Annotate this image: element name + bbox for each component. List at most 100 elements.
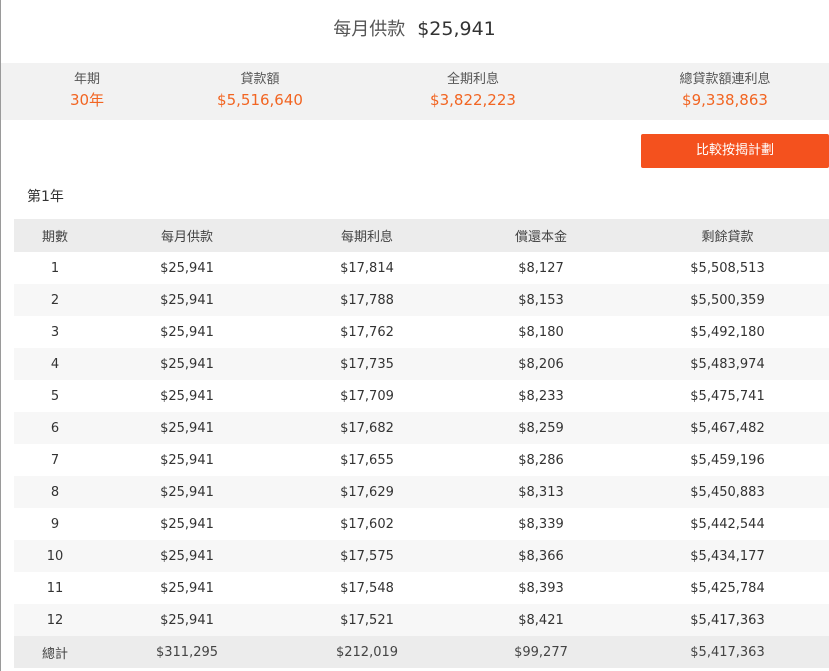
cell-monthly-payment: $25,941	[160, 516, 214, 532]
cell-principal: $8,313	[518, 484, 564, 500]
cell-period: 7	[50, 452, 60, 468]
cell-monthly-payment: $25,941	[160, 356, 214, 372]
cell-monthly-payment: $25,941	[160, 580, 214, 596]
cell-principal: $8,180	[518, 324, 564, 340]
table-total-row: 總計 $311,295 $212,019 $99,277 $5,417,363	[14, 636, 829, 668]
cell-monthly-payment: $25,941	[160, 612, 214, 628]
monthly-payment-label: 每月供款	[333, 19, 406, 40]
table-row: 1 $25,941 $17,814 $8,127 $5,508,513	[14, 252, 829, 284]
cell-principal: $8,206	[518, 356, 564, 372]
summary-loan-amount-value: $5,516,640	[217, 91, 303, 109]
cell-balance: $5,508,513	[690, 260, 765, 276]
cell-principal: $8,153	[518, 292, 564, 308]
table-row: 8 $25,941 $17,629 $8,313 $5,450,883	[14, 476, 829, 508]
table-row: 9 $25,941 $17,602 $8,339 $5,442,544	[14, 508, 829, 540]
table-row: 10 $25,941 $17,575 $8,366 $5,434,177	[14, 540, 829, 572]
cell-monthly-payment: $25,941	[160, 292, 214, 308]
cell-interest: $17,655	[340, 452, 394, 468]
cell-period: 1	[50, 260, 60, 276]
cell-monthly-payment: $25,941	[160, 260, 214, 276]
cell-interest: $17,814	[340, 260, 394, 276]
summary-total-interest-value: $3,822,223	[430, 91, 516, 109]
cell-period: 5	[50, 388, 60, 404]
cell-monthly-payment: $25,941	[160, 484, 214, 500]
summary-term-label: 年期	[73, 72, 100, 87]
cell-balance: $5,475,741	[690, 388, 765, 404]
total-interest: $212,019	[335, 644, 399, 660]
summary-term: 年期 30年	[0, 71, 177, 111]
cell-period: 3	[50, 324, 60, 340]
summary-total-with-interest: 總貸款額連利息 $9,338,863	[635, 71, 815, 111]
table-header-row: 期數 每月供款 每期利息 償還本金 剩餘貸款	[14, 219, 829, 252]
table-row: 11 $25,941 $17,548 $8,393 $5,425,784	[14, 572, 829, 604]
cell-interest: $17,602	[340, 516, 394, 532]
table-row: 7 $25,941 $17,655 $8,286 $5,459,196	[14, 444, 829, 476]
cell-balance: $5,425,784	[690, 580, 765, 596]
cell-principal: $8,421	[518, 612, 564, 628]
table-body: 1 $25,941 $17,814 $8,127 $5,508,513 2 $25,941 $…	[14, 252, 829, 636]
cell-monthly-payment: $25,941	[160, 420, 214, 436]
table-row: 5 $25,941 $17,709 $8,233 $5,475,741	[14, 380, 829, 412]
compare-mortgage-button[interactable]: 比較按揭計劃	[641, 134, 829, 168]
total-label: 總計	[41, 646, 68, 662]
cell-principal: $8,286	[518, 452, 564, 468]
table-row: 3 $25,941 $17,762 $8,180 $5,492,180	[14, 316, 829, 348]
total-monthly-payment: $311,295	[155, 644, 219, 660]
loan-summary-bar: 年期 30年 貸款額 $5,516,640 全期利息 $3,822,223 總貸…	[1, 63, 829, 120]
summary-loan-amount: 貸款額 $5,516,640	[170, 71, 350, 111]
cell-interest: $17,735	[340, 356, 394, 372]
cell-period: 4	[50, 356, 60, 372]
cell-balance: $5,483,974	[690, 356, 765, 372]
cell-balance: $5,442,544	[690, 516, 765, 532]
table-row: 2 $25,941 $17,788 $8,153 $5,500,359	[14, 284, 829, 316]
cell-interest: $17,548	[340, 580, 394, 596]
cell-interest: $17,521	[340, 612, 394, 628]
cell-interest: $17,682	[340, 420, 394, 436]
summary-total-with-interest-label: 總貸款額連利息	[679, 72, 771, 87]
cell-principal: $8,393	[518, 580, 564, 596]
summary-loan-amount-label: 貸款額	[240, 72, 280, 87]
table-row: 6 $25,941 $17,682 $8,259 $5,467,482	[14, 412, 829, 444]
cell-monthly-payment: $25,941	[160, 324, 214, 340]
column-header-principal: 償還本金	[514, 230, 567, 245]
cell-period: 12	[46, 612, 64, 628]
cell-balance: $5,450,883	[690, 484, 765, 500]
cell-interest: $17,762	[340, 324, 394, 340]
summary-total-interest: 全期利息 $3,822,223	[383, 71, 563, 111]
total-balance: $5,417,363	[690, 644, 765, 660]
table-row: 4 $25,941 $17,735 $8,206 $5,483,974	[14, 348, 829, 380]
year-title: 第1年	[27, 189, 64, 205]
cell-monthly-payment: $25,941	[160, 548, 214, 564]
column-header-balance: 剩餘貸款	[701, 230, 754, 245]
cell-balance: $5,500,359	[690, 292, 765, 308]
cell-balance: $5,467,482	[690, 420, 765, 436]
total-principal: $99,277	[514, 644, 568, 660]
cell-period: 10	[46, 548, 64, 564]
column-header-interest: 每期利息	[340, 230, 393, 245]
cell-period: 8	[50, 484, 60, 500]
cell-monthly-payment: $25,941	[160, 388, 214, 404]
column-header-monthly-payment: 每月供款	[160, 230, 213, 245]
cell-period: 2	[50, 292, 60, 308]
cell-interest: $17,788	[340, 292, 394, 308]
cell-principal: $8,366	[518, 548, 564, 564]
amortization-table: 期數 每月供款 每期利息 償還本金 剩餘貸款 1 $25,941 $17,814 $8…	[14, 219, 829, 668]
summary-total-with-interest-value: $9,338,863	[682, 91, 768, 109]
cell-balance: $5,492,180	[690, 324, 765, 340]
cell-monthly-payment: $25,941	[160, 452, 214, 468]
cell-interest: $17,629	[340, 484, 394, 500]
column-header-period: 期數	[41, 230, 68, 245]
monthly-payment-value: $25,941	[417, 18, 496, 40]
table-row: 12 $25,941 $17,521 $8,421 $5,417,363	[14, 604, 829, 636]
summary-term-value: 30年	[69, 91, 105, 109]
cell-balance: $5,434,177	[690, 548, 765, 564]
cell-principal: $8,339	[518, 516, 564, 532]
cell-period: 6	[50, 420, 60, 436]
cell-interest: $17,709	[340, 388, 394, 404]
cell-period: 9	[50, 516, 60, 532]
monthly-payment-header: 每月供款 $25,941	[0, 0, 829, 62]
summary-total-interest-label: 全期利息	[446, 72, 499, 87]
cell-balance: $5,459,196	[690, 452, 765, 468]
cell-period: 11	[46, 580, 64, 596]
cell-principal: $8,233	[518, 388, 564, 404]
